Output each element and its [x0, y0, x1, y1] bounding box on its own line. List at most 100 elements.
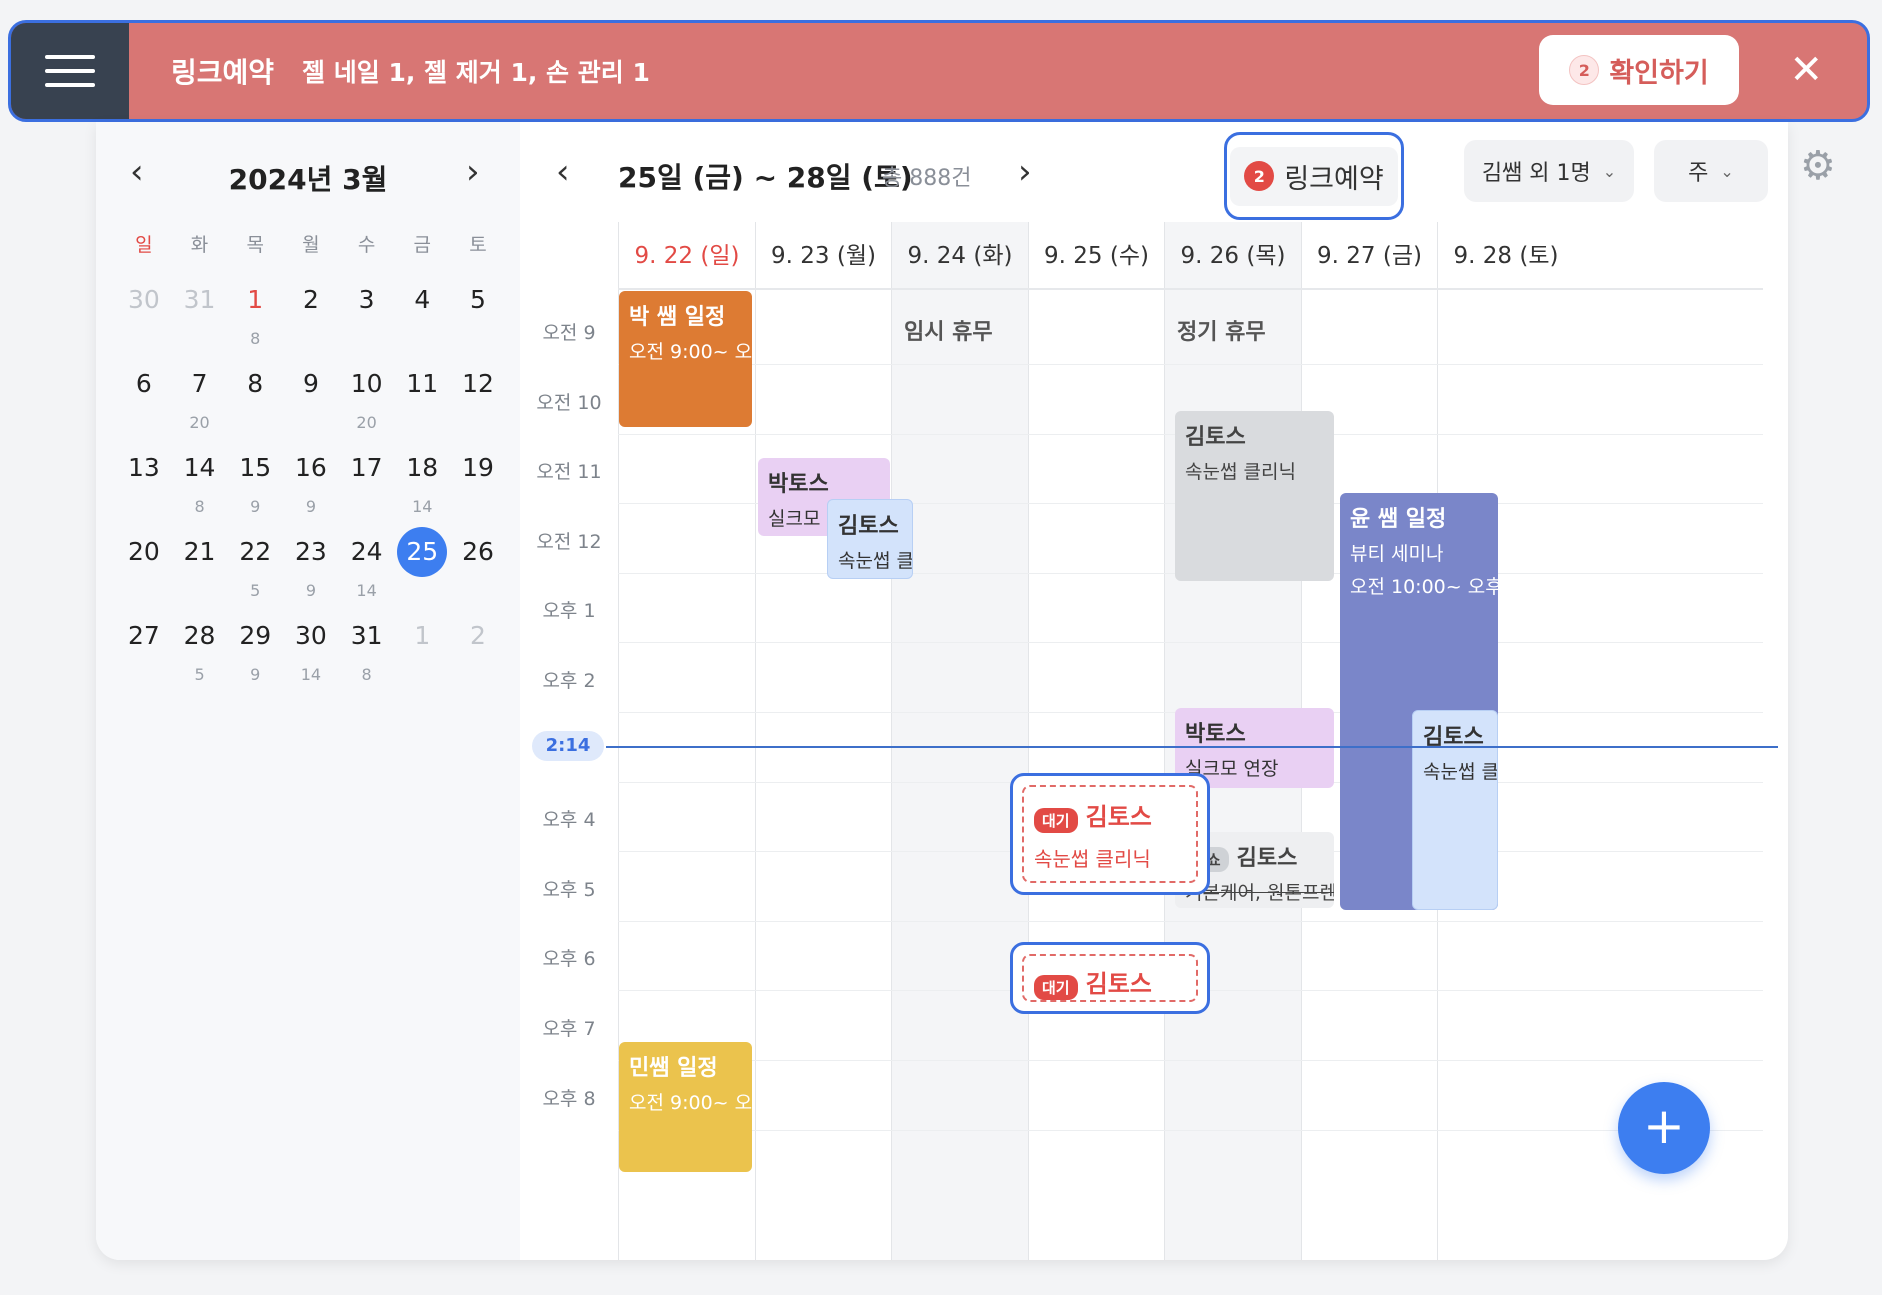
day-reservation-count: 8: [250, 329, 261, 348]
event-title: 김토스: [1185, 425, 1246, 450]
day-number: 5: [450, 282, 506, 318]
event-block[interactable]: 박 쌤 일정 오전 9:00~ 오전 10:00: [619, 291, 752, 427]
day-header: 9. 28 (토): [1453, 243, 1559, 269]
mini-calendar-day[interactable]: 22 5: [227, 534, 283, 602]
staff-select[interactable]: 김쌤 외 1명 ⌄: [1464, 140, 1634, 202]
mini-calendar-day[interactable]: 10 20: [339, 366, 395, 434]
mini-calendar-day[interactable]: 6: [116, 366, 172, 434]
day-number-text: 2: [470, 621, 486, 650]
mini-calendar-day[interactable]: 18: [227, 282, 283, 350]
day-header: 9. 24 (화): [907, 243, 1013, 269]
menu-button[interactable]: [11, 23, 129, 119]
link-reservation-button[interactable]: 2 링크예약: [1224, 132, 1404, 220]
day-number-text: 24: [350, 537, 383, 566]
mini-calendar-day[interactable]: 31: [172, 282, 228, 350]
mini-calendar-day[interactable]: 2: [283, 282, 339, 350]
mini-calendar-day[interactable]: 4: [394, 282, 450, 350]
mini-calendar-day[interactable]: 7 20: [172, 366, 228, 434]
mini-calendar-day[interactable]: 30 14: [283, 618, 339, 686]
day-reservation-count: [116, 664, 172, 686]
prev-week-icon[interactable]: ‹: [556, 152, 570, 192]
day-reservation-count: [450, 328, 506, 350]
mini-calendar-day[interactable]: 28 5: [172, 618, 228, 686]
mini-calendar-day[interactable]: 24 14: [339, 534, 395, 602]
time-label: 오후 7: [542, 1018, 596, 1040]
confirm-button[interactable]: 2 확인하기: [1539, 35, 1739, 105]
mini-calendar-day[interactable]: 15 9: [227, 450, 283, 518]
calendar-panel: ‹ 2024년 3월 › 일 화 목 월 수 금 토 30 31 1 8 2 3 4 5 6 7 2…: [96, 122, 1836, 1260]
day-number: 9: [283, 366, 339, 402]
event-block[interactable]: 김토스 속눈썹 클리닉: [1175, 411, 1334, 581]
add-reservation-button[interactable]: +: [1618, 1082, 1710, 1174]
next-week-icon[interactable]: ›: [1018, 152, 1032, 192]
day-reservation-count: [450, 664, 506, 686]
mini-calendar-day[interactable]: 18 14: [394, 450, 450, 518]
event-block[interactable]: 김토스 속눈썹 클리닉: [827, 499, 913, 579]
close-icon[interactable]: ✕: [1789, 45, 1823, 95]
waiting-reservation[interactable]: 대기 김토스: [1010, 942, 1210, 1014]
day-number-text: 10: [350, 369, 383, 398]
day-column[interactable]: 9. 24 (화) 임시 휴무: [891, 222, 1028, 1260]
mini-calendar-day[interactable]: 8: [227, 366, 283, 434]
mini-calendar-day[interactable]: 31 8: [339, 618, 395, 686]
day-number: 4: [394, 282, 450, 318]
day-header: 9. 25 (수): [1044, 243, 1149, 269]
day-number: 23: [283, 534, 339, 570]
chevron-down-icon: ⌄: [1602, 161, 1617, 181]
day-reservation-count: [283, 328, 339, 350]
next-month-icon[interactable]: ›: [466, 152, 480, 192]
day-number: 28: [172, 618, 228, 654]
day-number-text: 1: [247, 285, 264, 314]
mini-calendar-day[interactable]: 14 8: [172, 450, 228, 518]
mini-calendar-day[interactable]: 30: [116, 282, 172, 350]
banner-detail: 젤 네일 1, 젤 제거 1, 손 관리 1: [302, 58, 650, 87]
week-range: 25일 (금) ~ 28일 (토): [618, 161, 913, 194]
event-block[interactable]: 김토스 속눈썹 클리닉: [1412, 710, 1498, 910]
mini-calendar-day[interactable]: 19: [450, 450, 506, 518]
day-column[interactable]: 9. 23 (월): [755, 222, 891, 1260]
mini-calendar-day[interactable]: 9: [283, 366, 339, 434]
mini-calendar-day[interactable]: 11: [394, 366, 450, 434]
gear-icon[interactable]: ⚙: [1800, 144, 1836, 188]
waiting-card: 대기 김토스 속눈썹 클리닉: [1022, 785, 1198, 883]
mini-calendar-title: 2024년 3월: [228, 163, 388, 196]
mini-calendar-day[interactable]: 20: [116, 534, 172, 602]
mini-calendar-day[interactable]: 26: [450, 534, 506, 602]
mini-calendar-day[interactable]: 17: [339, 450, 395, 518]
mini-calendar: ‹ 2024년 3월 › 일 화 목 월 수 금 토 30 31 1 8 2 3 4 5 6 7 2…: [96, 122, 520, 1260]
mini-calendar-day[interactable]: 1: [394, 618, 450, 686]
mini-calendar-day[interactable]: 25: [394, 527, 450, 602]
mini-calendar-day[interactable]: 23 9: [283, 534, 339, 602]
day-reservation-count: [450, 580, 506, 602]
day-number-text: 4: [414, 285, 431, 314]
link-count-badge: 2: [1244, 161, 1275, 191]
day-reservation-count: [172, 580, 228, 602]
mini-calendar-day[interactable]: 12: [450, 366, 506, 434]
mini-calendar-day[interactable]: 29 9: [227, 618, 283, 686]
day-number-text: 31: [350, 621, 383, 650]
day-reservation-count: [227, 412, 283, 434]
mini-calendar-day[interactable]: 5: [450, 282, 506, 350]
chevron-down-icon: ⌄: [1720, 161, 1734, 181]
event-title: 민쌤 일정: [629, 1056, 718, 1081]
day-number: 16: [283, 450, 339, 486]
mini-calendar-day[interactable]: 27: [116, 618, 172, 686]
event-block[interactable]: 민쌤 일정 오전 9:00~ 오전 10:00: [619, 1042, 752, 1172]
waiting-reservation[interactable]: 대기 김토스 속눈썹 클리닉: [1010, 773, 1210, 895]
time-label: 오후 5: [542, 878, 596, 901]
day-number-text: 31: [183, 285, 216, 314]
mini-calendar-day[interactable]: 21: [172, 534, 228, 602]
time-label: 오후 2: [542, 670, 596, 692]
mini-calendar-day[interactable]: 3: [339, 282, 395, 350]
hamburger-icon-bar: [45, 69, 95, 73]
view-select[interactable]: 주 ⌄: [1654, 140, 1768, 202]
day-number: 31: [339, 618, 395, 654]
holiday-label: 정기 휴무: [1177, 320, 1266, 345]
mini-calendar-day[interactable]: 13: [116, 450, 172, 518]
mini-calendar-day[interactable]: 16 9: [283, 450, 339, 518]
waiting-card: 대기 김토스: [1022, 954, 1198, 1002]
day-column[interactable]: 9. 25 (수): [1028, 222, 1164, 1260]
event-title: 박토스: [768, 472, 829, 497]
mini-calendar-day[interactable]: 2: [450, 618, 506, 686]
day-reservation-count: 5: [250, 581, 261, 600]
